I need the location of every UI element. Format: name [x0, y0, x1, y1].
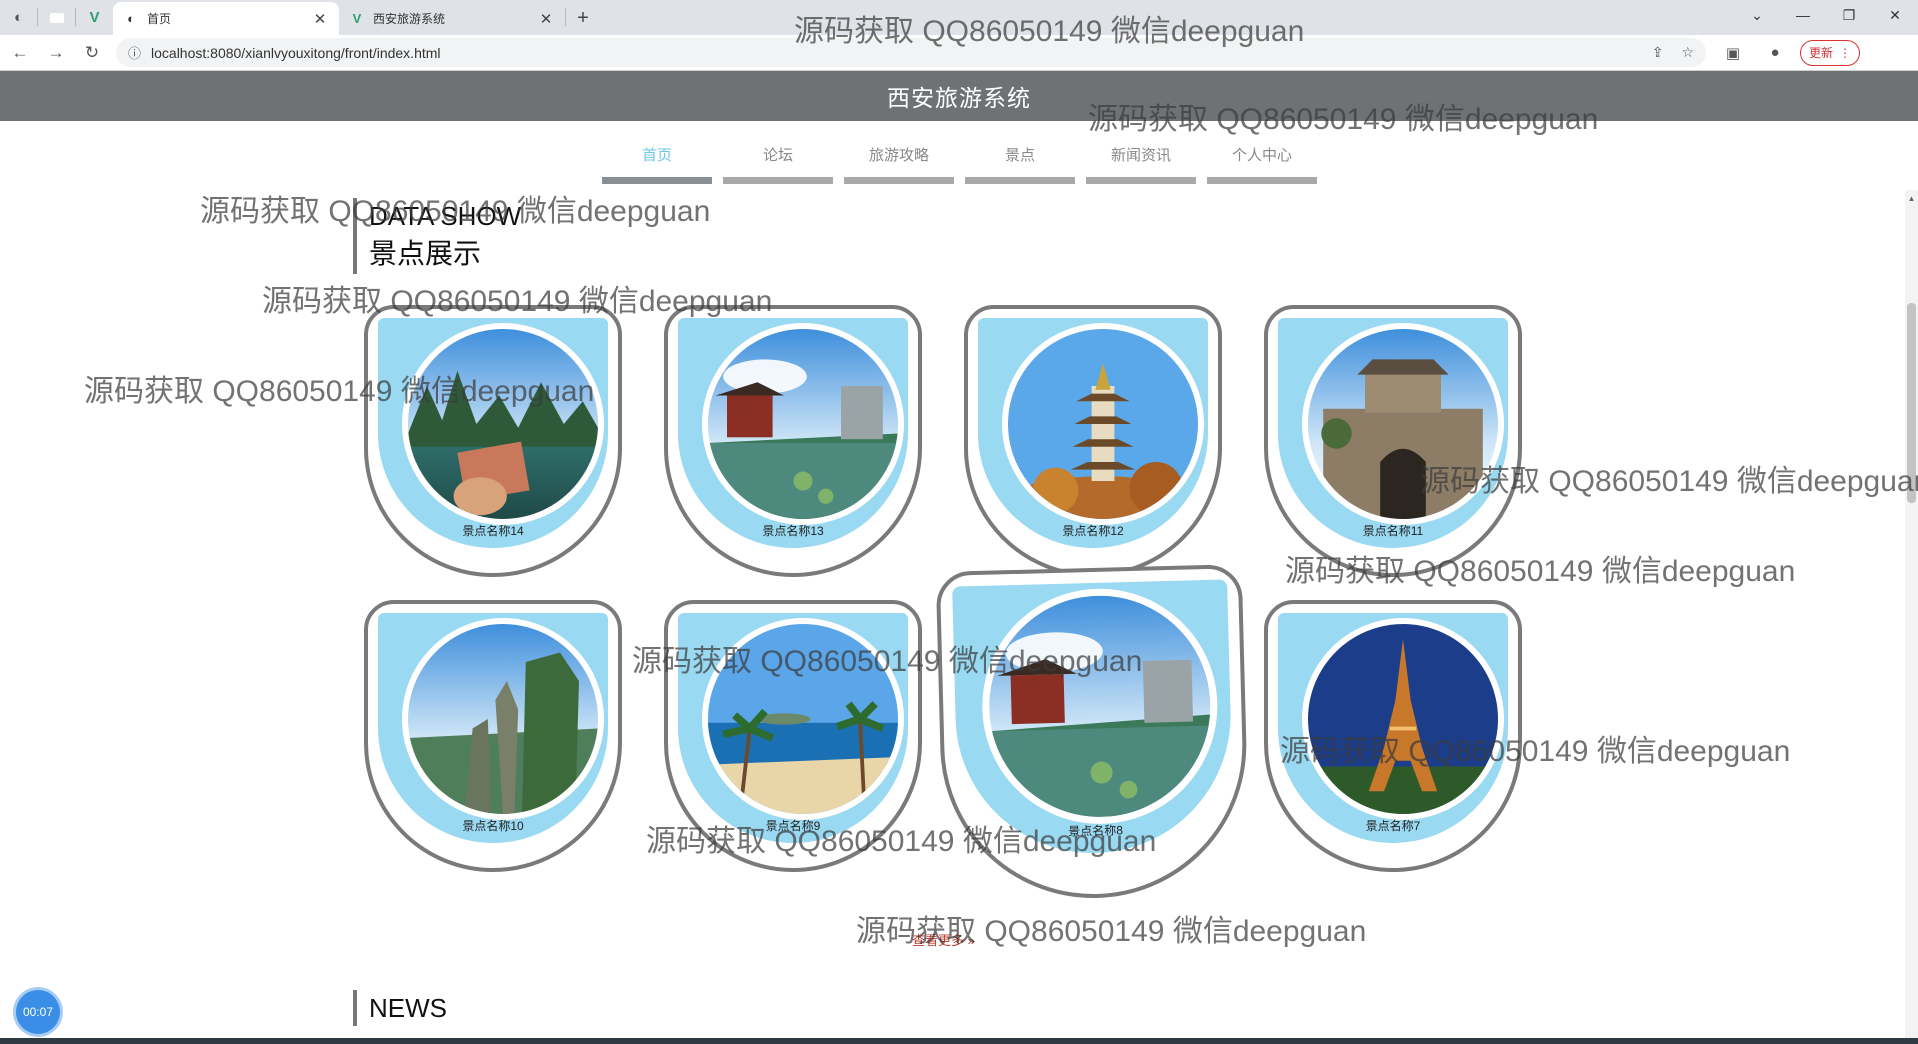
section-title-cn: 景点展示 — [369, 238, 482, 269]
vue-logo-icon: V — [89, 9, 100, 26]
url-text: localhost:8080/xianlvyouxitong/front/ind… — [151, 44, 441, 61]
scroll-up-arrow-icon[interactable]: ▲ — [1905, 194, 1918, 203]
attraction-photo[interactable] — [408, 624, 598, 814]
tab-search-icon[interactable]: ⌄ — [1734, 0, 1780, 30]
card-shield-background — [678, 318, 908, 548]
site-header: 西安旅游系统 — [0, 71, 1918, 121]
card-image-ring — [402, 618, 604, 820]
section-title-en: DATA SHOW — [369, 201, 522, 231]
card-shield-background — [378, 318, 608, 548]
tab-xian-travel[interactable]: V 西安旅游系统 ✕ — [339, 2, 565, 35]
attraction-name: 景点名称12 — [1062, 524, 1124, 538]
attraction-photo[interactable] — [708, 624, 898, 814]
card-shield-background — [978, 318, 1208, 548]
main-nav: 首页 论坛 旅游攻略 景点 新闻资讯 个人中心 — [602, 140, 1328, 184]
attraction-photo[interactable] — [1308, 329, 1498, 519]
attraction-name: 景点名称13 — [762, 524, 824, 538]
attraction-card[interactable]: 景点名称14 — [364, 305, 622, 577]
update-button[interactable]: 更新 ⋮ — [1800, 39, 1861, 66]
view-more-link[interactable]: 查看更多 » — [912, 930, 975, 949]
window-controls: ⌄ — ❐ ✕ — [1734, 0, 1918, 30]
reload-button[interactable]: ↻ — [76, 37, 108, 69]
attraction-photo[interactable] — [986, 592, 1214, 820]
nav-item-attractions[interactable]: 景点 — [965, 140, 1075, 184]
card-image-ring — [702, 618, 904, 820]
section-title-en: NEWS — [369, 993, 447, 1023]
nav-item-travel-guide[interactable]: 旅游攻略 — [844, 140, 954, 184]
site-title: 西安旅游系统 — [887, 85, 1031, 111]
pinned-tab-2[interactable] — [38, 0, 75, 35]
globe-icon: ◐ — [127, 11, 135, 26]
nav-item-home[interactable]: 首页 — [602, 140, 712, 184]
pinned-tab-3[interactable]: V — [76, 0, 113, 35]
card-image-ring — [402, 323, 604, 525]
more-menu-icon: ⋮ — [1839, 45, 1852, 60]
attraction-name: 景点名称7 — [1365, 819, 1421, 833]
nav-item-profile[interactable]: 个人中心 — [1207, 140, 1317, 184]
attraction-name: 景点名称14 — [462, 524, 524, 538]
attraction-photo[interactable] — [408, 329, 598, 519]
attraction-card[interactable]: 景点名称11 — [1264, 305, 1522, 577]
page-scrollbar[interactable]: ▲ — [1905, 190, 1918, 1040]
share-icon[interactable]: ⇪ — [1652, 44, 1664, 61]
attraction-name: 景点名称9 — [765, 819, 821, 833]
nav-item-news[interactable]: 新闻资讯 — [1086, 140, 1196, 184]
card-image-ring — [1302, 618, 1504, 820]
bookmark-star-icon[interactable]: ☆ — [1681, 44, 1694, 61]
nav-item-forum[interactable]: 论坛 — [723, 140, 833, 184]
forward-button[interactable]: → — [40, 37, 72, 69]
attraction-card[interactable]: 景点名称13 — [664, 305, 922, 577]
news-heading: NEWS — [353, 990, 653, 1026]
card-shield-background — [1278, 318, 1508, 548]
attraction-photo[interactable] — [1308, 624, 1498, 814]
card-image-ring — [1002, 323, 1204, 525]
tab-title: 西安旅游系统 — [373, 12, 446, 26]
close-tab-icon[interactable]: ✕ — [537, 10, 555, 28]
attraction-card[interactable]: 景点名称10 — [364, 600, 622, 872]
browser-tab-strip: ◐ V ◐ 首页 ✕ V 西安旅游系统 ✕ + ⌄ — ❐ ✕ — [0, 0, 1918, 35]
card-shield-background — [1278, 613, 1508, 843]
taskbar-edge — [0, 1038, 1918, 1044]
address-bar[interactable]: ⓘ localhost:8080/xianlvyouxitong/front/i… — [116, 38, 1706, 67]
vue-logo-icon: V — [352, 11, 362, 26]
globe-icon: ◐ — [13, 9, 24, 26]
attraction-name: 景点名称11 — [1362, 524, 1424, 538]
attraction-card[interactable]: 景点名称7 — [1264, 600, 1522, 872]
back-button[interactable]: ← — [4, 37, 36, 69]
card-shield-background — [952, 579, 1235, 857]
update-label: 更新 — [1809, 46, 1834, 60]
card-shield-background — [378, 613, 608, 843]
side-panel-icon[interactable]: ▣ — [1718, 44, 1748, 62]
card-image-ring — [979, 585, 1221, 827]
restore-button[interactable]: ❐ — [1826, 0, 1872, 30]
attraction-photo[interactable] — [1008, 329, 1198, 519]
card-image-ring — [1302, 323, 1504, 525]
tab-home[interactable]: ◐ 首页 ✕ — [113, 2, 339, 35]
attraction-photo[interactable] — [708, 329, 898, 519]
profile-icon[interactable]: ● — [1760, 44, 1790, 61]
info-icon[interactable]: ⓘ — [128, 43, 141, 62]
attraction-name: 景点名称10 — [462, 819, 524, 833]
pinned-tab-1[interactable]: ◐ — [0, 0, 37, 35]
card-shield-background — [678, 613, 908, 843]
card-image-ring — [702, 323, 904, 525]
close-window-button[interactable]: ✕ — [1872, 0, 1918, 30]
data-show-heading: DATA SHOW 景点展示 — [353, 198, 653, 274]
attraction-card[interactable]: 景点名称12 — [964, 305, 1222, 577]
new-tab-button[interactable]: + — [566, 2, 600, 35]
address-toolbar: ← → ↻ ⓘ localhost:8080/xianlvyouxitong/f… — [0, 35, 1918, 71]
scrollbar-thumb[interactable] — [1907, 303, 1916, 503]
attraction-card[interactable]: 景点名称9 — [664, 600, 922, 872]
tab-title: 首页 — [147, 12, 172, 26]
minimize-button[interactable]: — — [1780, 0, 1826, 30]
attraction-card[interactable]: 景点名称8 — [935, 564, 1251, 902]
blank-page-icon — [49, 12, 64, 23]
close-tab-icon[interactable]: ✕ — [311, 10, 329, 28]
recording-timer-badge[interactable]: 00:07 — [16, 990, 60, 1034]
